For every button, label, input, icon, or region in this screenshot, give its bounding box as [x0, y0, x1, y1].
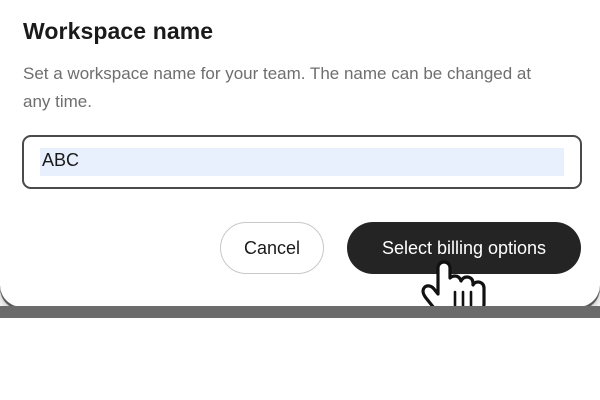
cancel-button[interactable]: Cancel	[220, 222, 324, 274]
dialog-title: Workspace name	[23, 18, 214, 44]
workspace-name-value: ABC	[42, 150, 80, 170]
select-billing-options-label: Select billing options	[381, 237, 547, 258]
dialog-description: Set a workspace name for your team. The …	[23, 64, 532, 111]
screen: Workspace name Set a workspace name for …	[0, 0, 600, 400]
background-divider-strip	[0, 306, 600, 318]
text-selection-highlight	[40, 148, 564, 176]
workspace-name-input[interactable]: ABC	[22, 135, 582, 189]
cancel-button-label: Cancel	[243, 237, 301, 258]
background-area	[0, 318, 600, 400]
workspace-name-dialog: Workspace name Set a workspace name for …	[0, 0, 600, 322]
